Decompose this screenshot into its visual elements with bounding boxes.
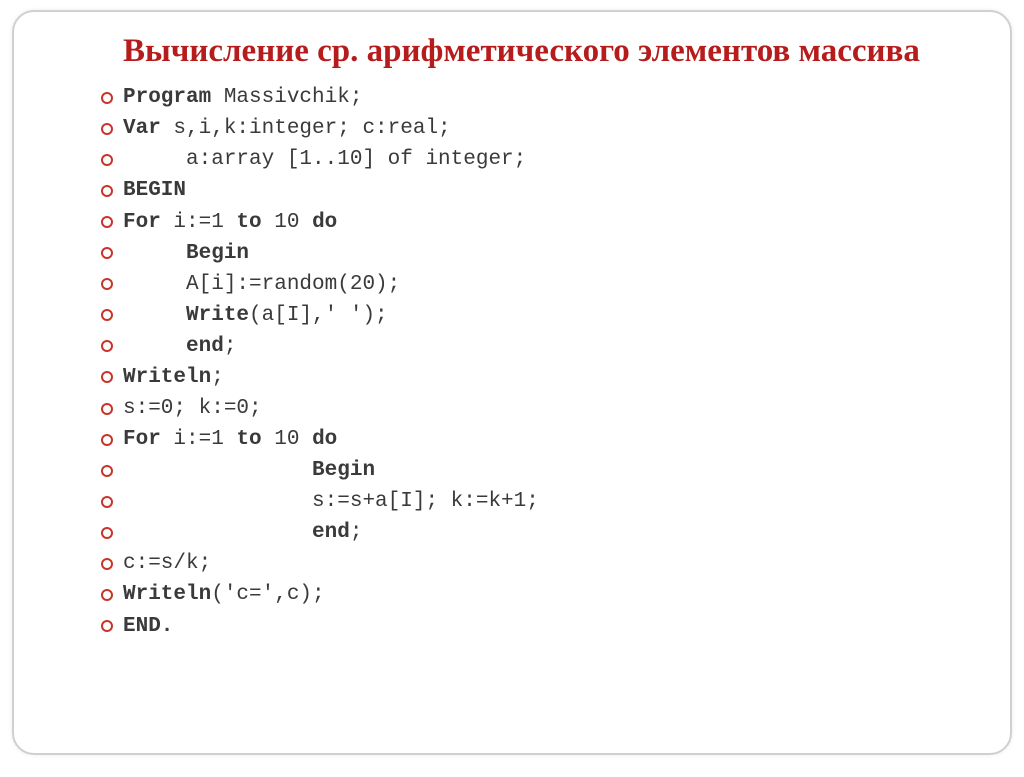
keyword: Write xyxy=(186,304,249,327)
code-line: For i:=1 to 10 do xyxy=(99,424,962,455)
keyword: to xyxy=(236,211,261,234)
code-line: s:=0; k:=0; xyxy=(99,393,962,424)
code-line: c:=s/k; xyxy=(99,548,962,579)
keyword: to xyxy=(236,428,261,451)
code-line: Begin xyxy=(99,238,962,269)
code-line: Begin xyxy=(99,455,962,486)
keyword: end xyxy=(186,335,224,358)
code-line: a:array [1..10] of integer; xyxy=(99,144,962,175)
code-line: Writeln('c=',c); xyxy=(99,579,962,610)
keyword: Begin xyxy=(312,459,375,482)
code-list: Program Massivchik;Var s,i,k:integer; c:… xyxy=(99,82,962,641)
code-line: For i:=1 to 10 do xyxy=(99,207,962,238)
slide-title: Вычисление ср. арифметического элементов… xyxy=(99,30,962,72)
keyword: Begin xyxy=(186,242,249,265)
keyword: do xyxy=(312,428,337,451)
keyword: BEGIN xyxy=(123,179,186,202)
code-line: BEGIN xyxy=(99,175,962,206)
keyword: For xyxy=(123,428,161,451)
code-line: Var s,i,k:integer; c:real; xyxy=(99,113,962,144)
keyword: Writeln xyxy=(123,366,211,389)
keyword: Var xyxy=(123,117,161,140)
keyword: end xyxy=(312,521,350,544)
code-line: end; xyxy=(99,331,962,362)
code-line: END. xyxy=(99,611,962,642)
code-line: end; xyxy=(99,517,962,548)
code-line: A[i]:=random(20); xyxy=(99,269,962,300)
keyword: Program xyxy=(123,86,211,109)
keyword: END. xyxy=(123,615,173,638)
code-line: s:=s+a[I]; k:=k+1; xyxy=(99,486,962,517)
keyword: For xyxy=(123,211,161,234)
code-line: Program Massivchik; xyxy=(99,82,962,113)
keyword: Writeln xyxy=(123,583,211,606)
keyword: do xyxy=(312,211,337,234)
code-line: Writeln; xyxy=(99,362,962,393)
slide-card: Вычисление ср. арифметического элементов… xyxy=(12,10,1012,755)
code-line: Write(a[I],' '); xyxy=(99,300,962,331)
